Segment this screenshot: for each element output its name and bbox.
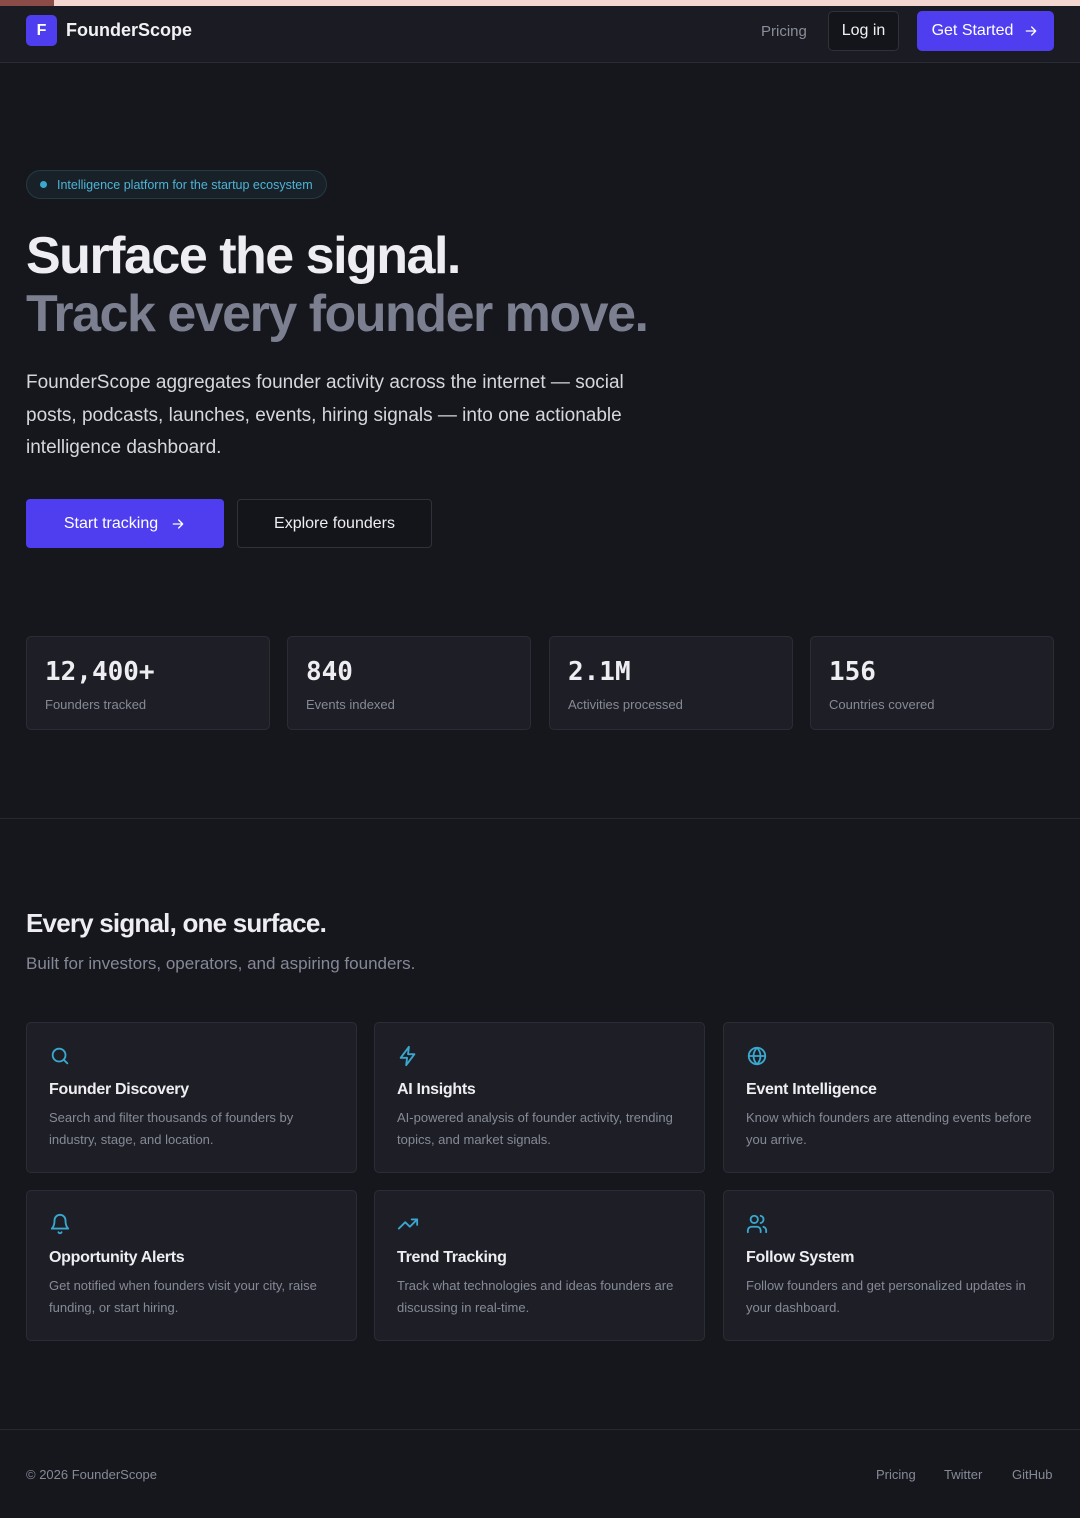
feature-card-event-intelligence: Event Intelligence Know which founders a… — [723, 1022, 1054, 1173]
stat-label: Events indexed — [306, 697, 395, 712]
feature-title: Event Intelligence — [746, 1081, 877, 1098]
feature-description: Search and filter thousands of founders … — [49, 1110, 294, 1147]
bell-icon — [50, 1214, 70, 1235]
feature-description: Track what technologies and ideas founde… — [397, 1278, 674, 1315]
stat-value: 12,400+ — [45, 657, 155, 687]
hero-description: FounderScope aggregates founder activity… — [26, 372, 624, 458]
logo-mark: F — [26, 15, 57, 46]
top-navbar: F FounderScope Pricing Log in Get Starte… — [0, 6, 1080, 63]
get-started-button[interactable]: Get Started — [917, 11, 1054, 51]
nav-link-pricing[interactable]: Pricing — [761, 23, 807, 40]
feature-description: Get notified when founders visit your ci… — [49, 1278, 317, 1315]
feature-description: AI-powered analysis of founder activity,… — [397, 1110, 673, 1147]
stat-card-activities: 2.1M Activities processed — [549, 636, 793, 730]
feature-card-opportunity-alerts: Opportunity Alerts Get notified when fou… — [26, 1190, 357, 1341]
feature-card-trend-tracking: Trend Tracking Track what technologies a… — [374, 1190, 705, 1341]
stat-card-events: 840 Events indexed — [287, 636, 531, 730]
stat-value: 156 — [829, 657, 876, 687]
stat-value: 2.1M — [568, 657, 631, 687]
hero-badge: Intelligence platform for the startup ec… — [26, 170, 327, 199]
users-icon — [746, 1214, 768, 1234]
features-title: Every signal, one surface. — [26, 908, 327, 938]
feature-description: Know which founders are attending events… — [746, 1110, 1032, 1147]
feature-title: Founder Discovery — [49, 1081, 189, 1098]
footer-link-twitter[interactable]: Twitter — [944, 1467, 982, 1482]
footer-link-github[interactable]: GitHub — [1012, 1467, 1052, 1482]
brand-logo[interactable]: F FounderScope — [26, 15, 192, 46]
feature-title: Follow System — [746, 1249, 855, 1266]
arrow-right-icon — [1026, 26, 1037, 36]
hero-title-line2: Track every founder move. — [26, 285, 649, 343]
start-tracking-label: Start tracking — [63, 514, 159, 532]
feature-card-ai-insights: AI Insights AI-powered analysis of found… — [374, 1022, 705, 1173]
explore-founders-button[interactable]: Explore founders — [237, 499, 432, 548]
footer: © 2026 FounderScope Pricing Twitter GitH… — [0, 1429, 1080, 1518]
brand-name: FounderScope — [66, 20, 193, 40]
hero-title-line1: Surface the signal. — [26, 227, 461, 285]
arrow-right-icon — [172, 518, 184, 529]
badge-dot-icon — [40, 181, 47, 188]
stat-label: Countries covered — [829, 697, 935, 712]
feature-title: AI Insights — [397, 1081, 476, 1098]
feature-description: Follow founders and get personalized upd… — [746, 1278, 1026, 1315]
feature-title: Trend Tracking — [397, 1249, 507, 1266]
stat-card-countries: 156 Countries covered — [810, 636, 1054, 730]
stat-card-founders: 12,400+ Founders tracked — [26, 636, 270, 730]
stat-label: Founders tracked — [45, 697, 147, 712]
footer-link-pricing[interactable]: Pricing — [876, 1467, 916, 1482]
stat-label: Activities processed — [568, 697, 683, 712]
footer-copyright: © 2026 FounderScope — [26, 1467, 158, 1482]
zap-icon — [399, 1045, 416, 1067]
section-divider — [0, 818, 1080, 819]
login-button[interactable]: Log in — [828, 11, 899, 51]
stat-value: 840 — [306, 657, 353, 687]
feature-title: Opportunity Alerts — [49, 1249, 185, 1266]
globe-icon — [747, 1046, 767, 1066]
trending-up-icon — [397, 1218, 419, 1230]
hero-badge-text: Intelligence platform for the startup ec… — [57, 177, 313, 192]
start-tracking-button[interactable]: Start tracking — [26, 499, 224, 548]
features-subtitle: Built for investors, operators, and aspi… — [26, 954, 416, 973]
get-started-label: Get Started — [931, 22, 1014, 39]
feature-card-follow-system: Follow System Follow founders and get pe… — [723, 1190, 1054, 1341]
search-icon — [51, 1047, 69, 1065]
hero-title: Surface the signal. Track every founder … — [26, 227, 649, 343]
feature-card-founder-discovery: Founder Discovery Search and filter thou… — [26, 1022, 357, 1173]
